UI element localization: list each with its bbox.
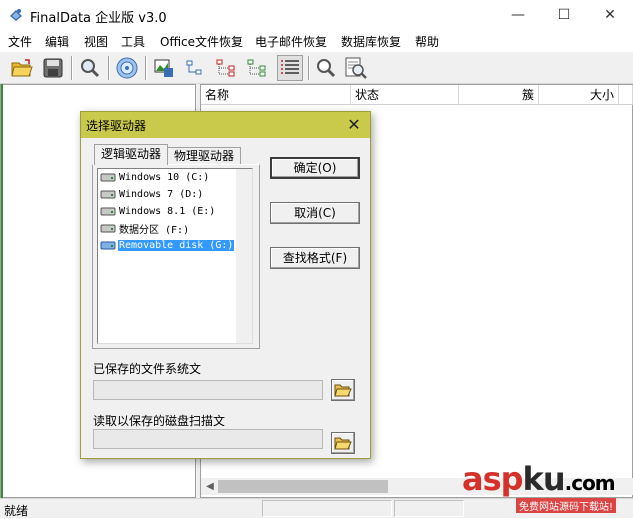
saved-scan-input[interactable] — [93, 429, 323, 449]
maximize-button[interactable]: ☐ — [541, 0, 587, 30]
preview-icon[interactable] — [343, 55, 369, 81]
status-cell — [394, 500, 464, 517]
tree-dotted-red-icon[interactable] — [213, 55, 239, 81]
hard-drive-icon — [100, 190, 116, 199]
status-cell — [262, 500, 392, 517]
window-title: FinalData 企业版 v3.0 — [30, 11, 167, 26]
menu-bar: 文件 编辑 视图 工具 Office文件恢复 电子邮件恢复 数据库恢复 帮助 — [0, 30, 633, 52]
saved-fs-input[interactable] — [93, 380, 323, 400]
saved-fs-label: 已保存的文件系统文 — [93, 362, 202, 376]
toolbar — [0, 52, 633, 84]
menu-file[interactable]: 文件 — [8, 33, 32, 50]
hard-drive-icon — [100, 207, 116, 216]
cancel-button[interactable]: 取消(C) — [270, 202, 360, 224]
find-format-button[interactable]: 查找格式(F) — [270, 247, 360, 269]
tab-logical-drives[interactable]: 逻辑驱动器 — [94, 144, 169, 165]
drive-label: 数据分区 (F:) — [119, 224, 190, 236]
toolbar-separator — [145, 56, 146, 80]
watermark-domain: .com — [564, 471, 616, 495]
drive-item[interactable]: Windows 7 (D:) — [100, 186, 204, 202]
save-disk-icon[interactable] — [40, 55, 66, 81]
hard-drive-icon — [100, 224, 116, 233]
menu-tools[interactable]: 工具 — [121, 33, 145, 50]
ok-button[interactable]: 确定(O) — [270, 157, 360, 179]
watermark-brand: aspku — [462, 460, 566, 498]
scroll-left-arrow-icon[interactable]: ◀ — [204, 478, 216, 495]
menu-email-recovery[interactable]: 电子邮件恢复 — [255, 33, 327, 50]
menu-database-recovery[interactable]: 数据库恢复 — [341, 33, 401, 50]
close-window-button[interactable]: ✕ — [587, 0, 633, 30]
file-list-header: 名称 状态 簇 大小 — [201, 85, 633, 105]
open-folder-icon — [334, 384, 352, 397]
column-header-cluster[interactable]: 簇 — [459, 85, 539, 105]
drive-item-selected[interactable]: Removable disk (G:) — [100, 237, 235, 253]
drive-item[interactable]: Windows 10 (C:) — [100, 169, 210, 185]
drive-item[interactable]: 数据分区 (F:) — [100, 220, 190, 236]
drive-label: Windows 8.1 (E:) — [119, 205, 216, 217]
saved-scan-label: 读取以保存的磁盘扫描文 — [93, 414, 226, 428]
open-folder-icon[interactable] — [9, 55, 35, 81]
dialog-close-button[interactable]: ✕ — [343, 114, 365, 136]
hard-drive-icon — [100, 173, 116, 182]
browse-fs-button[interactable] — [331, 379, 355, 401]
search-magnifier-icon[interactable] — [77, 55, 103, 81]
menu-help[interactable]: 帮助 — [415, 33, 439, 50]
find-icon[interactable] — [313, 55, 339, 81]
details-list-icon[interactable] — [277, 55, 303, 81]
watermark-tagline: 免费网站源码下载站! — [516, 498, 617, 513]
toolbar-separator — [108, 56, 109, 80]
tab-physical-drives[interactable]: 物理驱动器 — [167, 147, 242, 164]
menu-edit[interactable]: 编辑 — [45, 33, 69, 50]
open-folder-icon — [334, 437, 352, 450]
drive-scan-icon[interactable] — [114, 55, 140, 81]
menu-office-recovery[interactable]: Office文件恢复 — [160, 33, 243, 50]
column-header-size[interactable]: 大小 — [539, 85, 619, 105]
browse-scan-button[interactable] — [331, 432, 355, 454]
column-header-name[interactable]: 名称 — [201, 85, 351, 105]
drive-label: Removable disk (G:) — [118, 239, 235, 251]
column-header-more[interactable] — [619, 85, 633, 105]
removable-drive-icon — [100, 241, 116, 250]
menu-view[interactable]: 视图 — [84, 33, 108, 50]
column-header-status[interactable]: 状态 — [351, 85, 459, 105]
tree-dotted-green-icon[interactable] — [244, 55, 270, 81]
drive-label: Windows 10 (C:) — [119, 171, 210, 183]
tree-small-icon[interactable] — [182, 55, 208, 81]
horizontal-scroll-thumb[interactable] — [218, 480, 388, 493]
drive-item[interactable]: Windows 8.1 (E:) — [100, 203, 216, 219]
finaldata-app-icon — [10, 9, 22, 21]
status-text: 就绪 — [4, 504, 29, 518]
drive-list-scrollbar[interactable] — [236, 169, 252, 343]
pane-edge — [1, 84, 3, 498]
watermark-logo: aspku.com — [462, 460, 616, 498]
image-view-icon[interactable] — [151, 55, 177, 81]
toolbar-separator — [71, 56, 72, 80]
drive-label: Windows 7 (D:) — [119, 188, 204, 200]
minimize-button[interactable]: — — [495, 0, 541, 30]
toolbar-separator — [308, 56, 309, 80]
dialog-title: 选择驱动器 — [86, 119, 147, 133]
